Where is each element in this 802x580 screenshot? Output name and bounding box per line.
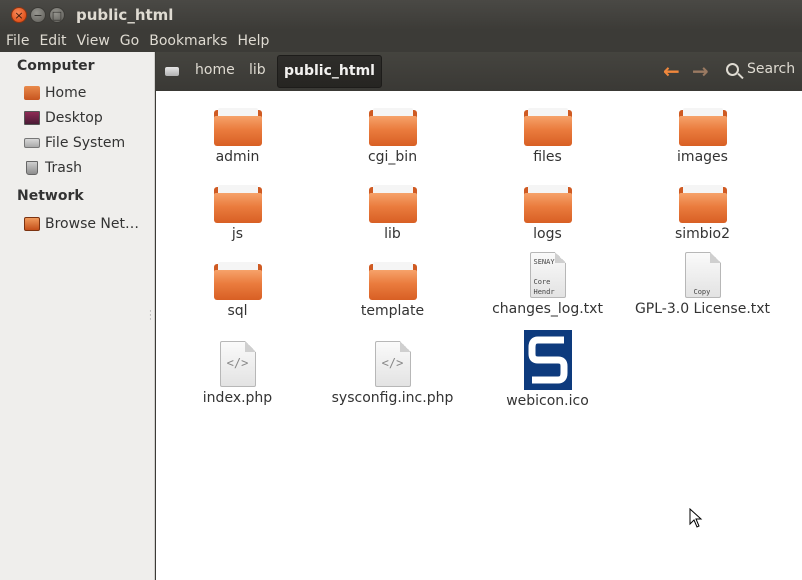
file-item[interactable]: logs — [470, 185, 625, 242]
drive-icon — [24, 138, 40, 148]
folder-icon — [213, 108, 262, 146]
desktop-icon — [24, 111, 40, 125]
menu-bookmarks[interactable]: Bookmarks — [149, 33, 227, 49]
file-item[interactable]: Copy GPL-3.0 License.txt — [625, 252, 780, 317]
sidebar-item-label: Browse Net… — [45, 216, 140, 232]
sidebar-item-label: Home — [45, 85, 87, 101]
sidebar-item-trash[interactable]: Trash — [24, 160, 82, 176]
menu-edit[interactable]: Edit — [39, 33, 66, 49]
file-item[interactable]: lib — [315, 185, 470, 242]
file-name: cgi_bin — [367, 149, 418, 165]
file-name: webicon.ico — [506, 393, 589, 409]
window-title: public_html — [76, 6, 174, 24]
file-name: logs — [533, 226, 562, 242]
file-name: GPL-3.0 License.txt — [634, 301, 771, 317]
file-item[interactable]: js — [160, 185, 315, 242]
file-name: simbio2 — [674, 226, 731, 242]
file-item[interactable]: sql — [160, 262, 315, 319]
location-toolbar: home lib public_html ← → Search — [156, 52, 802, 91]
file-item[interactable]: SENAY Core Hendr changes_log.txt — [470, 252, 625, 317]
file-item[interactable]: cgi_bin — [315, 108, 470, 165]
file-item[interactable]: </> sysconfig.inc.php — [315, 341, 470, 406]
file-item[interactable]: webicon.ico — [470, 330, 625, 409]
sidebar-item-label: File System — [45, 135, 126, 151]
file-name: lib — [384, 226, 401, 242]
breadcrumb-public-html[interactable]: public_html — [277, 55, 382, 88]
code-file-icon: </> — [374, 341, 411, 387]
file-view: admin cgi_bin files images js lib logs s… — [156, 91, 802, 580]
forward-arrow-icon[interactable]: → — [692, 59, 709, 83]
search-label: Search — [747, 61, 796, 77]
folder-icon — [213, 262, 262, 300]
file-name: files — [533, 149, 562, 165]
back-arrow-icon[interactable]: ← — [663, 59, 680, 83]
menu-bar: File Edit View Go Bookmarks Help — [0, 30, 802, 52]
trash-icon — [26, 161, 38, 175]
search-icon — [726, 62, 739, 76]
sidebar-item-browse-network[interactable]: Browse Net… — [24, 216, 139, 232]
folder-icon — [523, 108, 572, 146]
text-file-icon: Copy — [684, 252, 721, 298]
sidebar-item-label: Desktop — [45, 110, 103, 126]
menu-file[interactable]: File — [6, 33, 29, 49]
file-name: index.php — [202, 390, 273, 406]
file-name: changes_log.txt — [492, 301, 603, 317]
file-item[interactable]: images — [625, 108, 780, 165]
drive-icon — [165, 66, 179, 76]
menu-view[interactable]: View — [77, 33, 110, 49]
minimize-window-button[interactable]: − — [30, 7, 46, 23]
close-window-button[interactable]: × — [11, 7, 27, 23]
folder-icon — [213, 185, 262, 223]
file-name: js — [231, 226, 244, 242]
folder-icon — [368, 262, 417, 300]
folder-icon — [678, 185, 727, 223]
sidebar-item-home[interactable]: Home — [24, 85, 86, 101]
file-item[interactable]: admin — [160, 108, 315, 165]
folder-icon — [678, 108, 727, 146]
sidebar-heading-network: Network — [17, 188, 84, 204]
file-name: template — [360, 303, 425, 319]
breadcrumb-lib[interactable]: lib — [249, 62, 266, 78]
menu-go[interactable]: Go — [120, 33, 139, 49]
folder-icon — [368, 185, 417, 223]
search-button[interactable]: Search — [726, 61, 795, 77]
file-item[interactable]: template — [315, 262, 470, 319]
file-item[interactable]: </> index.php — [160, 341, 315, 406]
sidebar-item-desktop[interactable]: Desktop — [24, 110, 103, 126]
file-name: admin — [215, 149, 260, 165]
network-icon — [24, 217, 40, 231]
file-name: sql — [227, 303, 248, 319]
sidebar-heading-computer: Computer — [17, 58, 95, 74]
maximize-window-button[interactable]: □ — [49, 7, 65, 23]
text-file-icon: SENAY Core Hendr — [529, 252, 566, 298]
sidebar-resize-handle[interactable]: · · · — [149, 308, 152, 325]
home-icon — [24, 86, 40, 100]
drive-root-button[interactable] — [162, 60, 182, 82]
webicon-image-icon — [523, 330, 572, 390]
sidebar-item-file-system[interactable]: File System — [24, 135, 125, 151]
breadcrumb-home[interactable]: home — [195, 62, 235, 78]
file-name: sysconfig.inc.php — [331, 390, 454, 406]
folder-icon — [523, 185, 572, 223]
folder-icon — [368, 108, 417, 146]
file-item[interactable]: files — [470, 108, 625, 165]
sidebar: Computer Home Desktop File System Trash … — [0, 52, 155, 580]
mouse-cursor-icon — [689, 508, 703, 528]
file-name: images — [677, 149, 728, 165]
code-file-icon: </> — [219, 341, 256, 387]
text-preview: SENAY Core Hendr — [533, 258, 555, 296]
file-item[interactable]: simbio2 — [625, 185, 780, 242]
menu-help[interactable]: Help — [237, 33, 269, 49]
sidebar-item-label: Trash — [45, 160, 82, 176]
text-preview: Copy — [693, 288, 711, 296]
title-bar: × − □ public_html — [0, 0, 802, 30]
